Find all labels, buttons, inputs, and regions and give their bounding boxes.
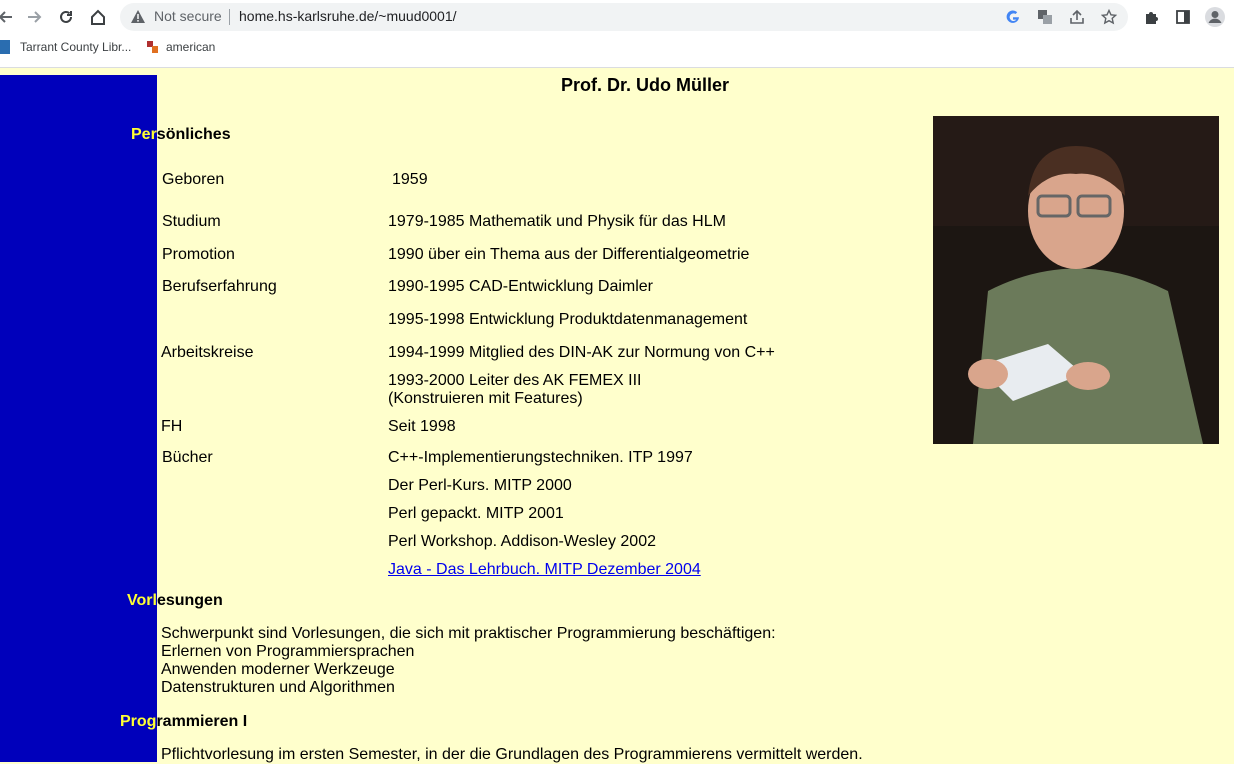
row-label: Arbeitskreise	[161, 344, 254, 361]
page-title: Prof. Dr. Udo Müller	[560, 75, 729, 95]
forward-arrow-icon[interactable]	[22, 5, 46, 29]
row-value: 1990 über ein Thema aus der Differential…	[388, 246, 750, 263]
lectures-paragraph: Schwerpunkt sind Vorlesungen, die sich m…	[161, 625, 776, 697]
translate-icon[interactable]	[1036, 8, 1054, 26]
lectures-line: Schwerpunkt sind Vorlesungen, die sich m…	[161, 625, 776, 642]
book-entry: Perl Workshop. Addison-Wesley 2002	[388, 533, 656, 550]
security-status[interactable]: Not secure	[154, 8, 222, 24]
row-value: 1994-1999 Mitglied des DIN-AK zur Normun…	[388, 344, 775, 361]
home-icon[interactable]	[86, 5, 110, 29]
book-entry-link-wrapper: Java - Das Lehrbuch. MITP Dezember 2004	[388, 561, 701, 579]
back-arrow-icon[interactable]	[0, 5, 18, 29]
extensions-puzzle-icon[interactable]	[1139, 5, 1163, 29]
side-panel-icon[interactable]	[1171, 5, 1195, 29]
programming-1-paragraph: Pflichtvorlesung im ersten Semester, in …	[161, 746, 863, 763]
row-value: 1979-1985 Mathematik und Physik für das …	[388, 213, 726, 230]
row-label: Studium	[162, 213, 221, 230]
row-label: Bücher	[162, 449, 213, 466]
row-label: Geboren	[162, 171, 225, 188]
library-favicon-icon	[0, 40, 14, 54]
address-bar[interactable]: Not secure home.hs-karlsruhe.de/~muud000…	[120, 3, 1128, 31]
section-heading-lectures: Vorlesungen	[127, 592, 223, 609]
row-value: 1959	[392, 171, 428, 188]
bookmarks-bar: Tarrant County Libr... american	[0, 36, 1234, 60]
site-favicon-icon	[146, 40, 160, 54]
warning-icon[interactable]	[130, 9, 146, 25]
bookmark-label: american	[166, 40, 216, 54]
lectures-line: Anwenden moderner Werkzeuge	[161, 661, 395, 678]
portrait-photo	[933, 116, 1219, 444]
omnibox-divider	[229, 9, 230, 25]
book-entry: Perl gepackt. MITP 2001	[388, 505, 564, 522]
url-text[interactable]: home.hs-karlsruhe.de/~muud0001/	[239, 8, 457, 24]
browser-toolbar: Not secure home.hs-karlsruhe.de/~muud000…	[0, 0, 1234, 34]
java-book-link[interactable]: Java - Das Lehrbuch. MITP Dezember 2004	[388, 561, 701, 578]
row-value: Seit 1998	[388, 418, 456, 435]
google-icon[interactable]	[1004, 8, 1022, 26]
lectures-line: Datenstrukturen und Algorithmen	[161, 679, 395, 696]
row-value: 1993-2000 Leiter des AK FEMEX III	[388, 372, 642, 389]
star-bookmark-icon[interactable]	[1100, 8, 1118, 26]
reload-icon[interactable]	[54, 5, 78, 29]
row-value: 1995-1998 Entwicklung Produktdatenmanage…	[388, 311, 748, 328]
bookmark-label: Tarrant County Libr...	[20, 40, 132, 54]
bookmark-item[interactable]: Tarrant County Libr...	[0, 40, 131, 54]
book-entry: Der Perl-Kurs. MITP 2000	[388, 477, 572, 494]
row-label: Berufserfahrung	[162, 278, 277, 295]
share-icon[interactable]	[1068, 8, 1086, 26]
browser-chrome: Not secure home.hs-karlsruhe.de/~muud000…	[0, 0, 1234, 68]
bookmark-item[interactable]: american	[146, 40, 215, 54]
row-value: 1990-1995 CAD-Entwicklung Daimler	[388, 278, 654, 295]
row-value-continued: (Konstruieren mit Features)	[388, 390, 583, 407]
left-sidebar-band	[0, 75, 157, 762]
profile-avatar-icon[interactable]	[1203, 5, 1227, 29]
section-heading-programming-1: Programmieren I	[120, 713, 248, 730]
row-label: Promotion	[162, 246, 235, 263]
book-entry: C++-Implementierungstechniken. ITP 1997	[388, 449, 693, 466]
row-label: FH	[161, 418, 183, 435]
lectures-line: Erlernen von Programmiersprachen	[161, 643, 415, 660]
section-heading-personal: Persönliches	[131, 126, 231, 143]
